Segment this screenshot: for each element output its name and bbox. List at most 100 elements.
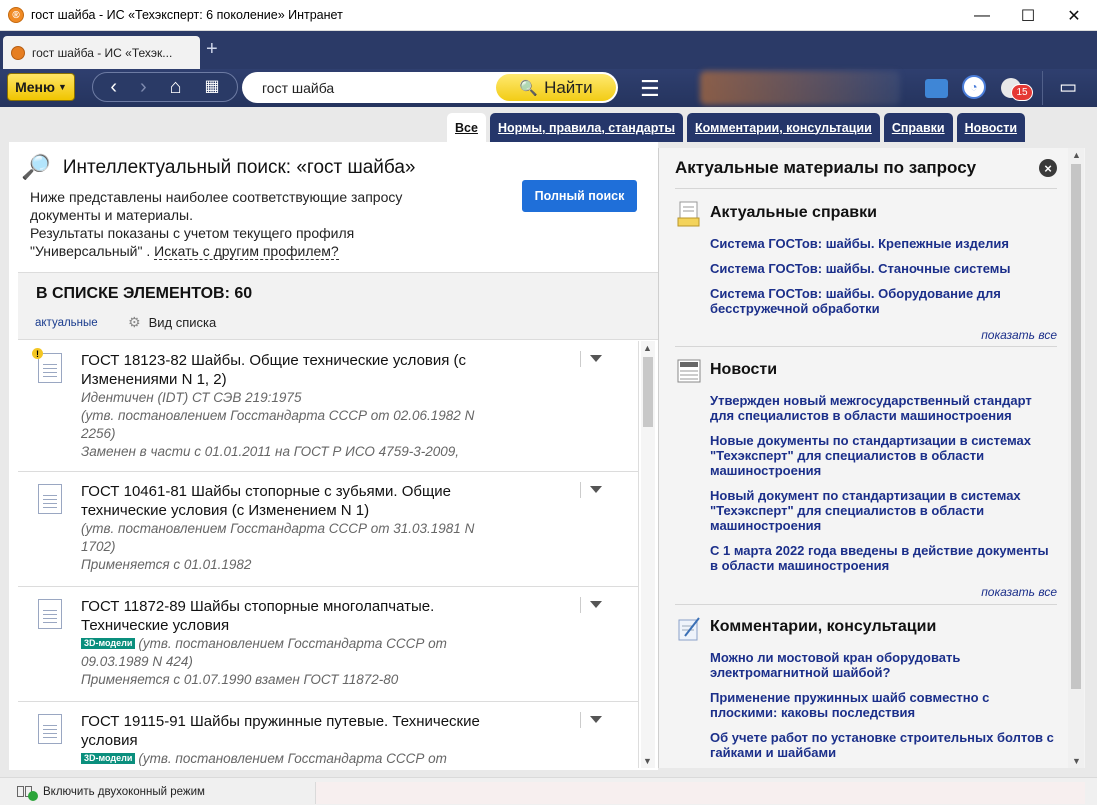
find-button[interactable]: 🔍 Найти (496, 74, 616, 101)
list-scrollbar[interactable]: ▲ ▼ (641, 341, 655, 768)
comment-link[interactable]: Можно ли мостовой кран оборудовать элект… (710, 650, 1057, 680)
home-icon[interactable]: ⌂ (169, 77, 181, 97)
document-meta: Применяется с 01.01.1982 (81, 557, 252, 572)
gear-icon: ⚙ (128, 314, 141, 330)
find-button-label: Найти (544, 77, 593, 97)
document-title[interactable]: ГОСТ 19115-91 Шайбы пружинные путевые. Т… (81, 712, 501, 750)
tab-all[interactable]: Все (447, 113, 486, 142)
dual-window-icon[interactable] (17, 785, 38, 801)
search-icon: 🔍 (519, 79, 539, 97)
actual-filter-link[interactable]: актуальные (35, 317, 98, 329)
profile-name: "Универсальный" . (30, 243, 151, 259)
dropdown-divider (580, 351, 581, 367)
comment-link[interactable]: Применение пружинных шайб совместно с пл… (710, 690, 1057, 720)
scrollbar-thumb[interactable] (1071, 164, 1081, 689)
chat-icon[interactable]: ▭ (1056, 75, 1080, 99)
browser-tab[interactable]: гост шайба - ИС «Техэк... (3, 36, 200, 69)
search-description: Ниже представлены наиболее соответствующ… (30, 188, 450, 260)
navigation-group: ‹ › ⌂ ▦ (92, 72, 238, 102)
document-title[interactable]: ГОСТ 18123-82 Шайбы. Общие технические у… (81, 351, 501, 389)
window-title: гост шайба - ИС «Техэксперт: 6 поколение… (31, 8, 343, 22)
notification-badge: 15 (1011, 84, 1033, 101)
document-meta: Заменен в части с 01.01.2011 на ГОСТ Р И… (81, 444, 459, 459)
tab-comments[interactable]: Комментарии, консультации (687, 113, 880, 142)
show-all-link[interactable]: показать все (675, 328, 1057, 342)
scroll-down-icon[interactable]: ▼ (1072, 756, 1081, 766)
document-icon (38, 599, 62, 629)
tab-news[interactable]: Новости (956, 113, 1026, 142)
panel-scrollbar[interactable]: ▲ ▼ (1068, 148, 1084, 768)
news-link[interactable]: Утвержден новый межгосударственный станд… (710, 393, 1057, 423)
dropdown-divider (580, 712, 581, 728)
search-header: 🔎 Интеллектуальный поиск: «гост шайба» (21, 153, 416, 182)
user-avatar[interactable] (700, 71, 900, 105)
section-title: Комментарии, консультации (710, 618, 937, 635)
minimize-button[interactable]: — (959, 0, 1005, 31)
news-link[interactable]: С 1 марта 2022 года введены в действие д… (710, 543, 1057, 573)
reference-link[interactable]: Система ГОСТов: шайбы. Станочные системы (710, 261, 1057, 276)
comment-icon (678, 617, 700, 641)
document-meta: Идентичен (IDT) СТ СЭВ 219:1975 (81, 390, 302, 405)
warning-icon: ! (32, 348, 43, 359)
list-header: В СПИСКЕ ЭЛЕМЕНТОВ: 60 актуальные ⚙ Вид … (18, 272, 658, 340)
scroll-up-icon[interactable]: ▲ (643, 343, 652, 353)
chevron-down-icon[interactable] (590, 486, 602, 493)
toolbar-divider (1042, 71, 1043, 105)
window-titlebar: ® гост шайба - ИС «Техэксперт: 6 поколен… (0, 0, 1097, 31)
window-controls: — ☐ ✕ (959, 0, 1097, 31)
dropdown-divider (580, 482, 581, 498)
chevron-down-icon[interactable] (590, 355, 602, 362)
document-meta: (утв. постановлением Госстандарта СССР о… (81, 521, 475, 554)
view-list-toggle[interactable]: ⚙ Вид списка (128, 314, 216, 331)
news-link[interactable]: Новые документы по стандартизации в сист… (710, 433, 1057, 478)
list-item[interactable]: ГОСТ 11872-89 Шайбы стопорные многолапча… (18, 587, 638, 702)
list-item[interactable]: ГОСТ 19115-91 Шайбы пружинные путевые. Т… (18, 702, 638, 768)
show-all-link[interactable]: показать все (675, 585, 1057, 599)
forward-arrow-icon[interactable]: › (140, 77, 147, 97)
3d-models-badge[interactable]: 3D-модели (81, 638, 136, 649)
tab-favicon-icon (11, 45, 25, 60)
description-line: Ниже представлены наиболее соответствующ… (30, 189, 403, 223)
divider (675, 604, 1057, 605)
news-link[interactable]: Новый документ по стандартизации в систе… (710, 488, 1057, 533)
close-icon[interactable]: × (1039, 159, 1057, 177)
tab-norms[interactable]: Нормы, правила, стандарты (489, 113, 684, 142)
close-button[interactable]: ✕ (1051, 0, 1097, 31)
status-panel (315, 782, 1085, 804)
dual-mode-toggle[interactable]: Включить двухоконный режим (43, 786, 205, 798)
document-meta: Применяется с 01.07.1990 взамен ГОСТ 118… (81, 672, 399, 687)
document-title[interactable]: ГОСТ 11872-89 Шайбы стопорные многолапча… (81, 597, 501, 635)
search-input[interactable]: гост шайба (262, 80, 496, 96)
hamburger-menu-icon[interactable]: ☰ (640, 76, 660, 102)
new-tab-button[interactable]: + (206, 38, 218, 61)
document-icon (38, 353, 62, 383)
grid-icon[interactable]: ▦ (204, 79, 219, 95)
app-logo-icon: ® (8, 7, 24, 23)
folder-icon[interactable] (925, 79, 948, 98)
scroll-down-icon[interactable]: ▼ (643, 756, 652, 766)
document-list: ! ГОСТ 18123-82 Шайбы. Общие технические… (18, 341, 639, 768)
scroll-up-icon[interactable]: ▲ (1072, 150, 1081, 160)
menu-button[interactable]: Меню ▼ (7, 73, 75, 101)
other-profile-link[interactable]: Искать с другим профилем? (154, 243, 339, 260)
chevron-down-icon[interactable] (590, 716, 602, 723)
maximize-button[interactable]: ☐ (1005, 0, 1051, 31)
document-title[interactable]: ГОСТ 10461-81 Шайбы стопорные с зубьями.… (81, 482, 501, 520)
list-item[interactable]: ! ГОСТ 18123-82 Шайбы. Общие технические… (18, 341, 638, 472)
tab-references[interactable]: Справки (883, 113, 953, 142)
3d-models-badge[interactable]: 3D-модели (81, 753, 136, 764)
section-title: Актуальные справки (710, 204, 877, 221)
reference-link[interactable]: Система ГОСТов: шайбы. Оборудование для … (710, 286, 1057, 316)
back-arrow-icon[interactable]: ‹ (110, 77, 117, 97)
full-search-button[interactable]: Полный поиск (522, 180, 637, 212)
document-approval: (утв. постановлением Госстандарта СССР о… (138, 751, 447, 766)
history-clock-icon[interactable]: ◔ (962, 75, 986, 99)
page-title: Интеллектуальный поиск: «гост шайба» (62, 156, 416, 178)
list-item[interactable]: ГОСТ 10461-81 Шайбы стопорные с зубьями.… (18, 472, 638, 587)
section-title: Новости (710, 361, 778, 378)
reference-link[interactable]: Система ГОСТов: шайбы. Крепежные изделия (710, 236, 1057, 251)
comment-link[interactable]: Об учете работ по установке строительных… (710, 730, 1057, 760)
document-meta: 3D-модели (утв. постановлением Госстандар… (81, 635, 506, 671)
scrollbar-thumb[interactable] (643, 357, 653, 427)
chevron-down-icon[interactable] (590, 601, 602, 608)
